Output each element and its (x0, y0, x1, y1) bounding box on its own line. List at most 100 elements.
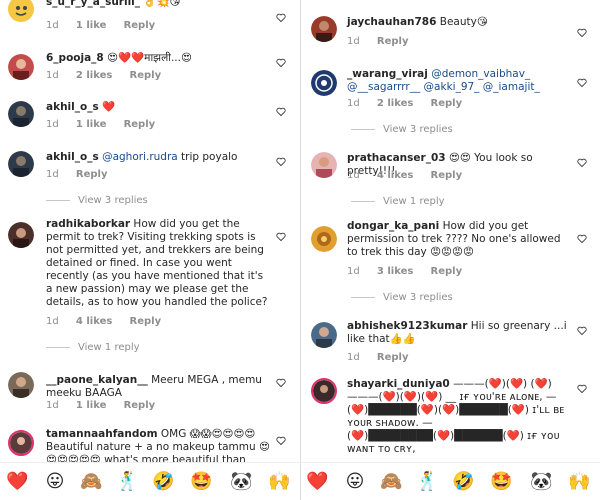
avatar[interactable] (8, 0, 34, 22)
avatar[interactable] (8, 101, 34, 127)
comment-meta: 1d 4 likes Reply (347, 170, 463, 181)
comment-text: shayarki_duniya0 ———(❤️)(❤️) (❤️)———(❤️)… (347, 378, 565, 455)
comment-username[interactable]: jaychauhan786 (347, 16, 436, 28)
comment-item: s_u_r_y_a_suriii_ 👌💥😘 1d 1 like Reply (0, 0, 300, 36)
view-replies-button[interactable]: View 1 reply (351, 196, 445, 207)
dancer-emoji-button[interactable]: 🕺 (116, 471, 138, 493)
comment-text: abhishek9123kumar Hii so greenary ...i l… (347, 320, 567, 345)
comment-username[interactable]: s_u_r_y_a_suriii_ (46, 0, 140, 8)
reply-button[interactable]: Reply (124, 400, 156, 411)
raised-hands-emoji-button[interactable]: 🙌 (268, 471, 290, 493)
comment-username[interactable]: prathacanser_03 (347, 152, 446, 164)
comment-text: tamannaahfandom OMG 😱😱😍😍😍😍 Beautiful nat… (46, 428, 270, 462)
reply-button[interactable]: Reply (431, 266, 463, 277)
comment-text: akhil_o_s @aghori.rudra trip poyalo (46, 151, 238, 163)
avatar[interactable] (311, 378, 337, 404)
view-replies-button[interactable]: View 3 replies (351, 124, 453, 135)
avatar[interactable] (8, 430, 34, 456)
tongue-emoji-button[interactable]: 😛 (44, 471, 66, 493)
comment-meta: 1d 1 like Reply (46, 20, 156, 31)
like-heart-icon[interactable] (276, 378, 286, 387)
like-heart-icon[interactable] (276, 232, 286, 241)
heart-emoji-button[interactable]: ❤️ (306, 471, 328, 493)
like-heart-icon[interactable] (577, 384, 587, 393)
comment-meta: 1d 4 likes Reply (46, 316, 162, 327)
like-heart-icon[interactable] (577, 158, 587, 167)
comment-username[interactable]: abhishek9123kumar (347, 320, 467, 332)
like-heart-icon[interactable] (276, 157, 286, 166)
comment-item: _warang_viraj @demon_vaibhav_ @__sagarrr… (301, 66, 600, 142)
rofl-emoji-button[interactable]: 🤣 (452, 471, 474, 493)
reply-button[interactable]: Reply (76, 169, 108, 180)
comment-meta: 1d 1 like Reply (46, 119, 156, 130)
star-struck-emoji-button[interactable]: 🤩 (490, 471, 512, 493)
comment-username[interactable]: tamannaahfandom (46, 428, 158, 440)
comments-column-right: jaychauhan786 Beauty😘 1d Reply _warang_v… (300, 0, 600, 462)
likes-count[interactable]: 2 likes (377, 98, 413, 109)
reply-button[interactable]: Reply (431, 98, 463, 109)
comments-column-left: s_u_r_y_a_suriii_ 👌💥😘 1d 1 like Reply 6_… (0, 0, 300, 462)
comment-username[interactable]: 6_pooja_8 (46, 52, 104, 64)
comment-username[interactable]: _warang_viraj (347, 68, 428, 80)
avatar[interactable] (311, 152, 337, 178)
likes-count[interactable]: 1 like (76, 119, 106, 130)
monkey-emoji-button[interactable]: 🙈 (380, 471, 402, 493)
like-heart-icon[interactable] (276, 107, 286, 116)
comment-username[interactable]: dongar_ka_pani (347, 220, 439, 232)
monkey-emoji-button[interactable]: 🙈 (80, 471, 102, 493)
avatar[interactable] (311, 226, 337, 252)
avatar[interactable] (8, 151, 34, 177)
avatar[interactable] (311, 70, 337, 96)
avatar[interactable] (311, 16, 337, 42)
view-replies-button[interactable]: View 3 replies (351, 292, 453, 303)
reply-button[interactable]: Reply (124, 119, 156, 130)
reply-button[interactable]: Reply (431, 170, 463, 181)
reply-button[interactable]: Reply (130, 316, 162, 327)
comment-username[interactable]: radhikaborkar (46, 218, 130, 230)
like-heart-icon[interactable] (577, 28, 587, 37)
likes-count[interactable]: 1 like (76, 20, 106, 31)
like-heart-icon[interactable] (276, 436, 286, 445)
avatar[interactable] (8, 54, 34, 80)
mention-link[interactable]: @aghori.rudra (102, 151, 178, 163)
comment-text: akhil_o_s ❤️ (46, 101, 116, 113)
reply-button[interactable]: Reply (377, 36, 409, 47)
reply-button[interactable]: Reply (130, 70, 162, 81)
heart-emoji-button[interactable]: ❤️ (6, 471, 28, 493)
likes-count[interactable]: 4 likes (377, 170, 413, 181)
view-replies-button[interactable]: View 3 replies (46, 195, 148, 206)
likes-count[interactable]: 3 likes (377, 266, 413, 277)
comment-text: dongar_ka_pani How did you get permissio… (347, 220, 561, 258)
comment-meta: 1d 1 like Reply (46, 400, 156, 411)
comment-username[interactable]: akhil_o_s (46, 101, 99, 113)
avatar[interactable] (8, 372, 34, 398)
comment-username[interactable]: akhil_o_s (46, 151, 99, 163)
comment-meta: 1d Reply (347, 352, 409, 363)
raised-hands-emoji-button[interactable]: 🙌 (568, 471, 590, 493)
like-heart-icon[interactable] (276, 13, 286, 22)
star-struck-emoji-button[interactable]: 🤩 (190, 471, 212, 493)
reply-button[interactable]: Reply (124, 20, 156, 31)
dancer-emoji-button[interactable]: 🕺 (416, 471, 438, 493)
panda-emoji-button[interactable]: 🐼 (530, 471, 552, 493)
comment-item: 6_pooja_8 😍❤️❤️माझली...😍 1d 2 likes Repl… (0, 50, 300, 86)
like-heart-icon[interactable] (577, 326, 587, 335)
comment-username[interactable]: shayarki_duniya0 (347, 378, 450, 390)
like-heart-icon[interactable] (276, 58, 286, 67)
reply-button[interactable]: Reply (377, 352, 409, 363)
view-replies-button[interactable]: View 1 reply (46, 342, 140, 353)
avatar[interactable] (311, 322, 337, 348)
comment-username[interactable]: __paone_kalyan__ (46, 374, 148, 386)
comment-item: akhil_o_s @aghori.rudra trip poyalo 1d R… (0, 149, 300, 209)
avatar[interactable] (8, 222, 34, 248)
tongue-emoji-button[interactable]: 😛 (344, 471, 366, 493)
comment-meta: 1d Reply (46, 169, 108, 180)
likes-count[interactable]: 1 like (76, 400, 106, 411)
likes-count[interactable]: 4 likes (76, 316, 112, 327)
divider (300, 463, 301, 500)
panda-emoji-button[interactable]: 🐼 (230, 471, 252, 493)
like-heart-icon[interactable] (577, 78, 587, 87)
rofl-emoji-button[interactable]: 🤣 (152, 471, 174, 493)
likes-count[interactable]: 2 likes (76, 70, 112, 81)
like-heart-icon[interactable] (577, 234, 587, 243)
